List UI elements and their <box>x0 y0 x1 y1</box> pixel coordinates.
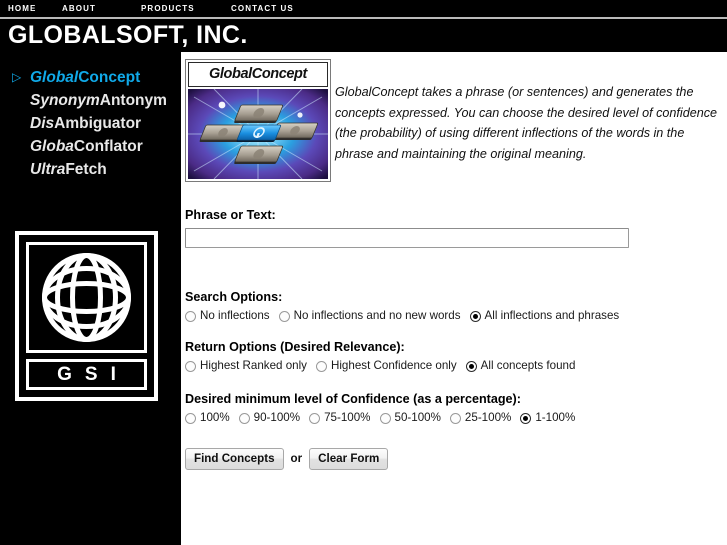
sidebar-item-label-post: Concept <box>78 69 141 86</box>
radio-option-all-inflections-and-phrases[interactable]: All inflections and phrases <box>469 309 620 325</box>
sidebar-item-label-pre: Synonym <box>30 92 100 109</box>
sidebar-product-nav: ▷ GlobalConcept SynonymAntonym DisAmbigu… <box>0 66 181 181</box>
globe-grid-icon <box>26 242 147 353</box>
radio-button[interactable] <box>449 412 461 424</box>
sidebar-item-label-post: Fetch <box>65 161 107 178</box>
radio-option-confidence-100[interactable]: 100% <box>185 411 230 427</box>
return-options-group: Highest Ranked only Highest Confidence o… <box>185 359 575 375</box>
gsi-wordmark: GSI <box>26 359 147 390</box>
radio-button[interactable] <box>469 310 481 322</box>
product-banner: GlobalConcept <box>185 59 331 182</box>
nav-item-products[interactable]: PRODUCTS <box>141 3 195 14</box>
sidebar-item-label-pre: Global <box>30 69 79 86</box>
nav-item-about[interactable]: ABOUT <box>62 3 96 14</box>
phrase-label: Phrase or Text: <box>185 208 276 222</box>
sidebar-item-label-post: Antonym <box>99 92 167 109</box>
selected-triangle-icon: ▷ <box>12 70 22 84</box>
radio-label: 75-100% <box>324 411 371 424</box>
nav-item-contact-us[interactable]: CONTACT US <box>231 3 294 14</box>
radio-option-no-inflections-no-new-words[interactable]: No inflections and no new words <box>278 309 461 325</box>
radio-button[interactable] <box>278 310 290 322</box>
radio-label: All concepts found <box>480 359 576 372</box>
phrase-input[interactable] <box>185 228 629 248</box>
form-button-row: Find Concepts or Clear Form <box>185 448 389 472</box>
radio-button[interactable] <box>379 412 391 424</box>
masthead: GLOBALSOFT, INC. <box>0 19 727 52</box>
microchip-burst-image <box>188 89 328 179</box>
main-content: GlobalConcept GlobalConcept takes a phra… <box>181 52 727 545</box>
product-description: GlobalConcept takes a phrase (or sentenc… <box>335 85 718 161</box>
sidebar-item-label-pre: Dis <box>30 115 55 132</box>
radio-button[interactable] <box>465 360 477 372</box>
radio-label: 90-100% <box>253 411 301 424</box>
nav-item-home[interactable]: HOME <box>8 3 36 14</box>
sidebar: ▷ GlobalConcept SynonymAntonym DisAmbigu… <box>0 52 181 545</box>
find-concepts-button[interactable]: Find Concepts <box>185 448 284 470</box>
confidence-label: Desired minimum level of Confidence (as … <box>185 392 521 406</box>
banner-title-box: GlobalConcept <box>188 62 328 87</box>
sidebar-item-disambiguator[interactable]: DisAmbiguator <box>0 112 181 135</box>
sidebar-item-globalconcept[interactable]: ▷ GlobalConcept <box>0 66 181 89</box>
radio-option-highest-ranked-only[interactable]: Highest Ranked only <box>185 359 307 375</box>
sidebar-item-label-post: Ambiguator <box>54 115 142 132</box>
radio-option-confidence-90-100[interactable]: 90-100% <box>238 411 301 427</box>
search-options-label: Search Options: <box>185 290 283 304</box>
radio-option-confidence-50-100[interactable]: 50-100% <box>379 411 441 427</box>
radio-label: Highest Confidence only <box>330 359 457 372</box>
radio-option-no-inflections[interactable]: No inflections <box>185 309 270 325</box>
banner-title: GlobalConcept <box>209 66 307 82</box>
radio-button[interactable] <box>309 412 321 424</box>
return-options-label: Return Options (Desired Relevance): <box>185 340 405 354</box>
radio-label: 25-100% <box>464 411 512 424</box>
radio-label: All inflections and phrases <box>484 309 620 322</box>
radio-button[interactable] <box>520 412 532 424</box>
radio-option-confidence-75-100[interactable]: 75-100% <box>309 411 371 427</box>
radio-label: 1-100% <box>535 411 576 424</box>
radio-option-all-concepts-found[interactable]: All concepts found <box>465 359 576 375</box>
sidebar-item-ultrafetch[interactable]: UltraFetch <box>0 158 181 181</box>
clear-form-button[interactable]: Clear Form <box>309 448 389 470</box>
radio-button[interactable] <box>238 412 250 424</box>
radio-button[interactable] <box>185 360 196 372</box>
search-options-group: No inflections No inflections and no new… <box>185 309 619 325</box>
radio-label: Highest Ranked only <box>200 359 307 372</box>
radio-button[interactable] <box>315 360 327 372</box>
or-separator-label: or <box>290 452 303 465</box>
radio-button[interactable] <box>185 310 196 322</box>
sidebar-item-label-post: Conflator <box>73 138 143 155</box>
top-navigation-bar: HOME ABOUT PRODUCTS CONTACT US <box>0 0 727 17</box>
sidebar-item-globaconflator[interactable]: GlobaConflator <box>0 135 181 158</box>
sidebar-item-label-pre: Ultra <box>30 161 66 178</box>
sidebar-item-synonymantonym[interactable]: SynonymAntonym <box>0 89 181 112</box>
confidence-group: 100% 90-100% 75-100% 50-100% 25-100% 1-1… <box>185 411 575 427</box>
radio-option-highest-confidence-only[interactable]: Highest Confidence only <box>315 359 457 375</box>
sidebar-item-label-pre: Globa <box>30 138 74 155</box>
radio-label: 100% <box>200 411 230 424</box>
gsi-logo: GSI <box>15 231 158 401</box>
radio-label: No inflections and no new words <box>293 309 461 322</box>
radio-option-confidence-25-100[interactable]: 25-100% <box>449 411 512 427</box>
radio-button[interactable] <box>185 412 196 424</box>
company-title: GLOBALSOFT, INC. <box>8 21 248 49</box>
radio-label: 50-100% <box>394 411 441 424</box>
radio-label: No inflections <box>200 309 270 322</box>
radio-option-confidence-1-100[interactable]: 1-100% <box>520 411 575 427</box>
